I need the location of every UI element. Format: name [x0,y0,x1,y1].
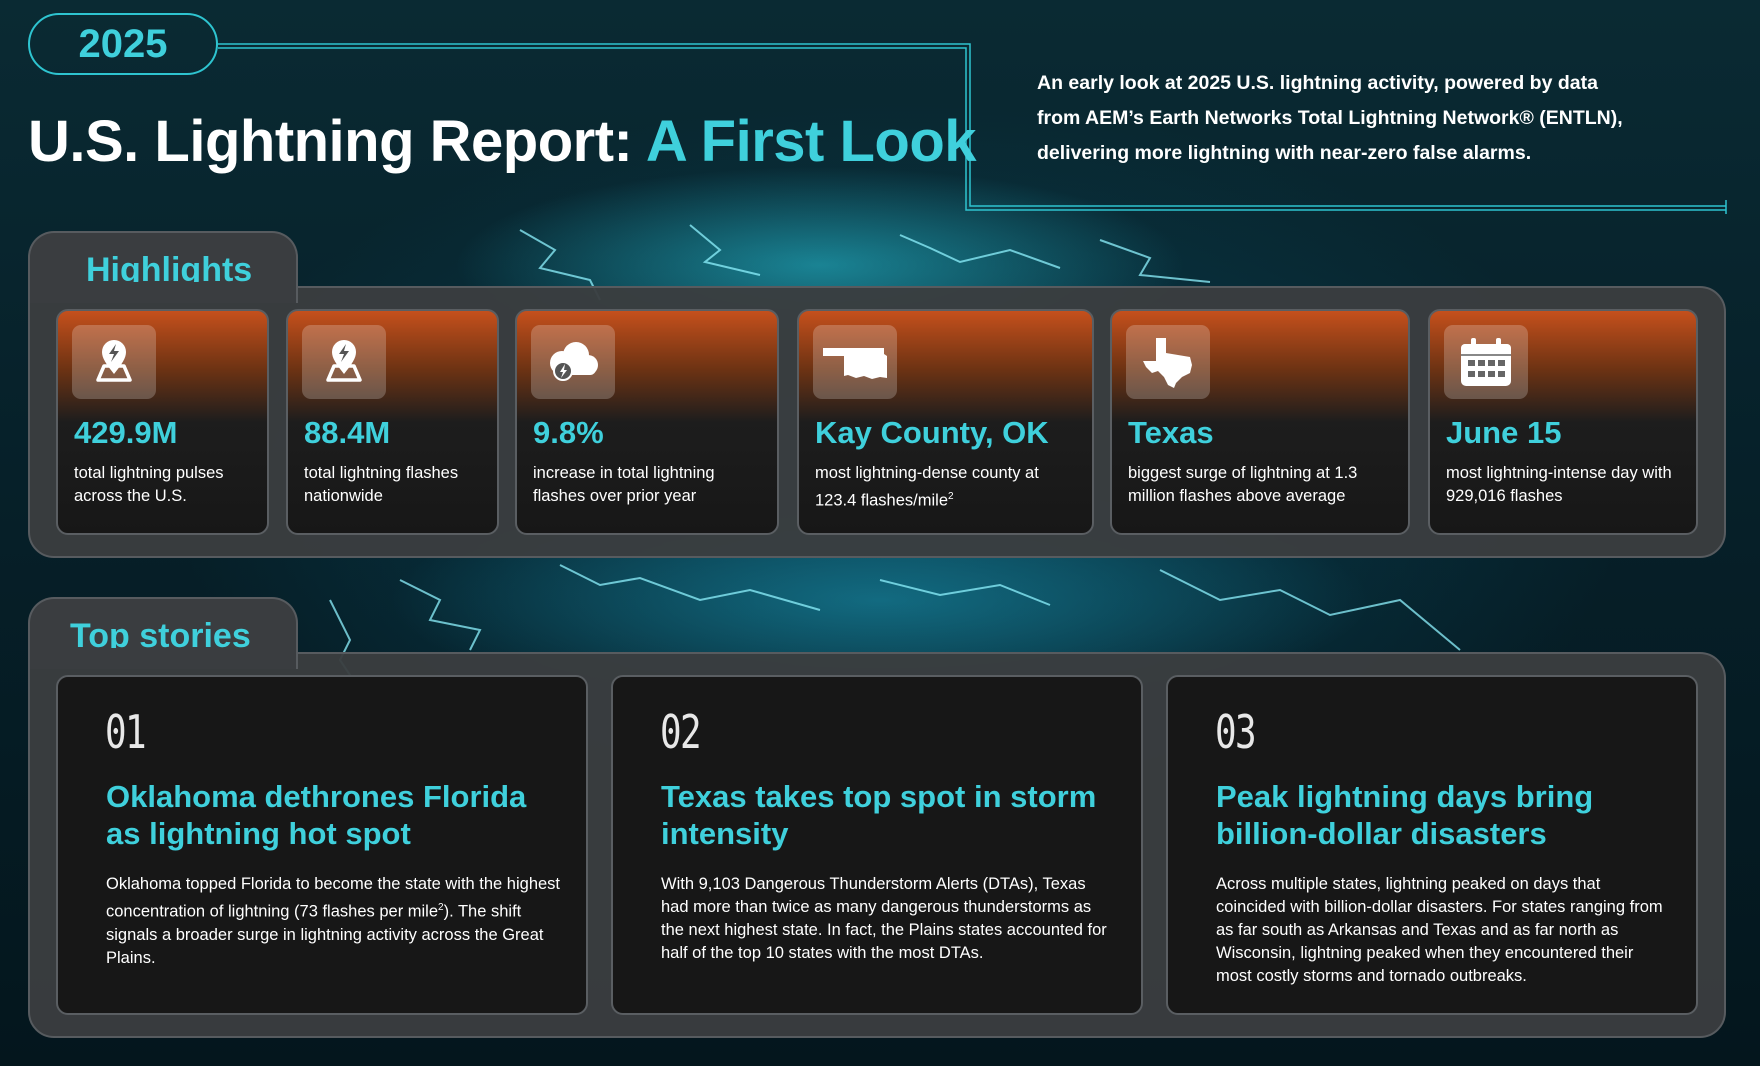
story-headline: Texas takes top spot in storm intensity [661,779,1097,851]
highlight-value: Kay County, OK [815,415,1049,450]
story-card: 03 Peak lightning days bring billion-dol… [1166,675,1698,1015]
intro-text: An early look at 2025 U.S. lightning act… [1037,72,1623,164]
highlight-card: 9.8% increase in total lightning flashes… [515,309,779,535]
title-main: U.S. Lightning Report: [28,109,646,174]
story-body: Oklahoma topped Florida to become the st… [106,875,561,967]
highlight-value: 9.8% [533,415,604,450]
highlight-desc: most lightning-intense day with 929,016 … [1446,464,1672,505]
map-lightning-pin-icon [302,325,386,399]
story-card: 01 Oklahoma dethrones Florida as lightni… [56,675,588,1015]
year-badge: 2025 [28,13,218,75]
story-headline: Oklahoma dethrones Florida as lightning … [106,779,527,851]
story-body: With 9,103 Dangerous Thunderstorm Alerts… [661,875,1107,962]
highlight-desc: most lightning-dense county at 123.4 fla… [815,464,1039,510]
story-number: 01 [105,705,147,759]
texas-map-icon [1126,325,1210,399]
highlights-tab: Highlights [28,231,298,303]
story-headline: Peak lightning days bring billion-dollar… [1216,779,1594,851]
calendar-icon [1444,325,1528,399]
highlight-card: 88.4M total lightning flashes nationwide [286,309,499,535]
highlight-value: Texas [1128,415,1214,450]
top-stories-tab: Top stories [28,597,298,669]
highlight-value: June 15 [1446,415,1562,450]
story-number: 03 [1215,705,1257,759]
highlight-card: Texas biggest surge of lightning at 1.3 … [1110,309,1410,535]
highlight-value: 429.9M [74,415,178,450]
highlight-desc: total lightning pulses across the U.S. [74,464,224,505]
highlight-desc: increase in total lightning flashes over… [533,464,715,505]
page-title: U.S. Lightning Report: A First Look [28,108,977,175]
story-body: Across multiple states, lightning peaked… [1216,875,1663,985]
story-card: 02 Texas takes top spot in storm intensi… [611,675,1143,1015]
highlight-card: 429.9M total lightning pulses across the… [56,309,269,535]
story-number: 02 [660,705,702,759]
highlight-card: Kay County, OK most lightning-dense coun… [797,309,1094,535]
highlight-card: June 15 most lightning-intense day with … [1428,309,1698,535]
highlight-desc: biggest surge of lightning at 1.3 millio… [1128,464,1358,505]
oklahoma-map-icon [813,325,897,399]
highlight-value: 88.4M [304,415,391,450]
title-accent: A First Look [645,109,977,174]
highlight-desc: total lightning flashes nationwide [304,464,459,505]
storm-cloud-icon [531,325,615,399]
map-lightning-pin-icon [72,325,156,399]
